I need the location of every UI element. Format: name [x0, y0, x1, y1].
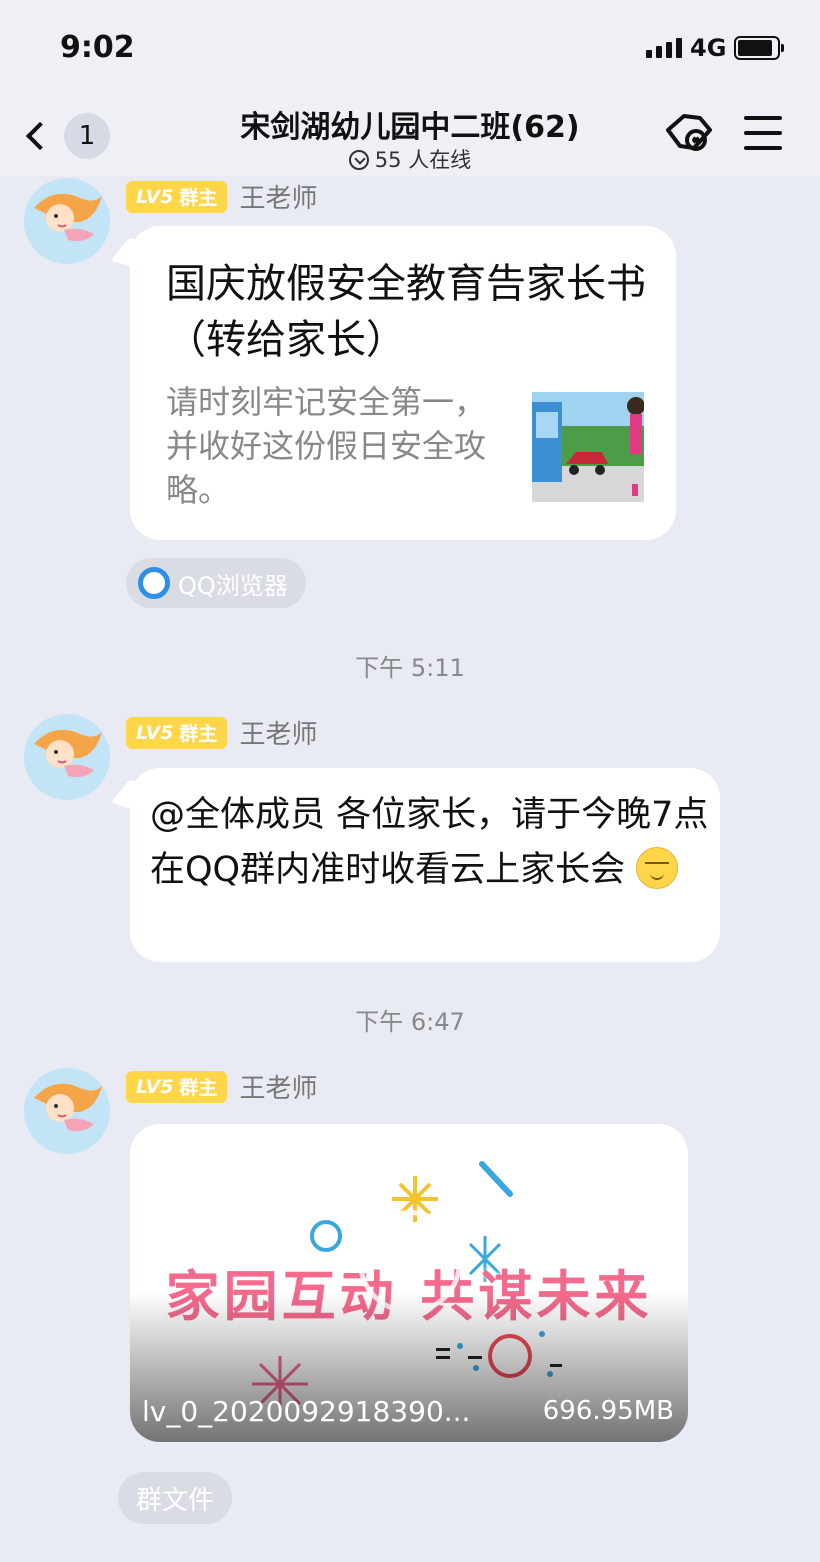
card-title: 国庆放假安全教育告家长书（转给家长）	[166, 261, 646, 363]
sender-meta: LV5 群主 王老师	[126, 714, 317, 751]
group-owner-badge: LV5 群主	[126, 180, 228, 213]
role-label: 群主	[179, 187, 218, 209]
source-label: QQ浏览器	[178, 571, 288, 600]
status-time: 9:02	[60, 30, 135, 65]
ticket-icon[interactable]	[664, 112, 716, 156]
online-count: 55 人在线	[374, 148, 472, 172]
status-bar: 9:02 4G	[0, 0, 820, 96]
group-owner-badge: LV5 群主	[126, 1070, 228, 1103]
network-label: 4G	[690, 34, 727, 62]
avatar[interactable]	[24, 714, 110, 800]
group-owner-badge: LV5 群主	[126, 716, 228, 749]
chevron-down-icon	[348, 150, 369, 170]
level-label: LV5	[136, 185, 174, 208]
smile-emoji-icon	[636, 847, 679, 889]
article-card[interactable]: 国庆放假安全教育告家长书（转给家长） 请时刻牢记安全第一，并收好这份假日安全攻略…	[130, 226, 676, 540]
timestamp: 下午 6:47	[355, 1008, 465, 1036]
card-description: 请时刻牢记安全第一，并收好这份假日安全攻略。	[166, 383, 487, 509]
role-label: 群主	[179, 723, 218, 745]
card-thumbnail	[532, 392, 644, 502]
role-label: 群主	[179, 1077, 218, 1099]
avatar[interactable]	[24, 178, 110, 264]
qq-browser-icon	[138, 567, 170, 599]
timestamp: 下午 5:11	[355, 654, 465, 682]
sender-name[interactable]: 王老师	[239, 1068, 317, 1105]
message-text-content: @全体成员 各位家长，请于今晚7点在QQ群内准时收看云上家长会	[150, 795, 709, 890]
sender-meta: LV5 群主 王老师	[126, 178, 317, 215]
menu-icon[interactable]	[744, 116, 782, 150]
chat-header: 1 宋剑湖幼儿园中二班(62) 55 人在线	[0, 96, 820, 176]
sender-name[interactable]: 王老师	[239, 714, 317, 751]
level-label: LV5	[136, 1075, 174, 1098]
message-text: @全体成员 各位家长，请于今晚7点在QQ群内准时收看云上家长会	[150, 788, 710, 898]
qq-browser-source[interactable]: QQ浏览器	[126, 558, 306, 608]
level-label: LV5	[136, 721, 174, 744]
file-name: lv_0_2020092918390...	[142, 1395, 471, 1428]
group-files-source[interactable]: 群文件	[118, 1472, 233, 1524]
signal-icon	[646, 38, 682, 58]
avatar[interactable]	[24, 1068, 110, 1154]
sender-meta: LV5 群主 王老师	[126, 1068, 317, 1105]
video-file-card[interactable]: 家园互动 共谋未来 lv_0_2020092918390... 696.95MB	[130, 1124, 688, 1442]
sender-name[interactable]: 王老师	[239, 178, 317, 215]
file-size: 696.95MB	[542, 1396, 674, 1426]
battery-icon	[734, 36, 784, 60]
text-message[interactable]: @全体成员 各位家长，请于今晚7点在QQ群内准时收看云上家长会	[130, 768, 720, 962]
